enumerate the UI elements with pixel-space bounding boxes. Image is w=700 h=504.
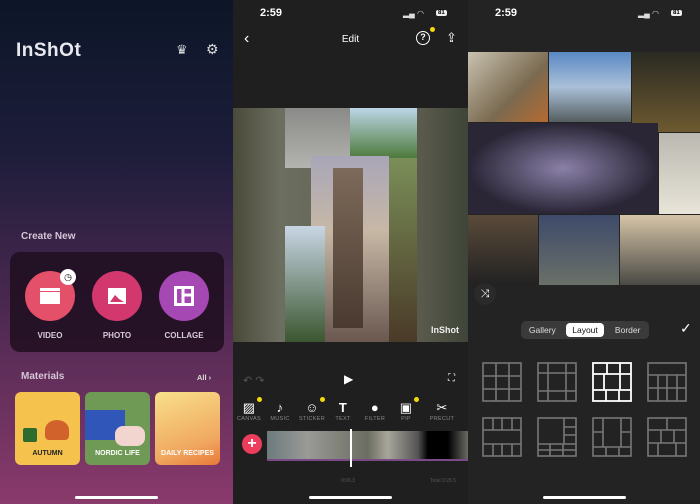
layout-option[interactable] [647,362,687,402]
crown-icon[interactable]: ♛ [176,42,188,58]
status-time: 2:59 [495,7,518,19]
play-icon[interactable]: ▶ [344,372,353,386]
layout-option[interactable] [537,417,577,457]
tool-music[interactable]: ♪ MUSIC [265,400,295,422]
collage-canvas[interactable] [468,52,700,285]
gear-icon[interactable]: ⚙ [206,41,219,58]
signal-wifi-icons: ▂▄ ◠ [403,9,425,18]
image-icon [92,271,142,321]
layout-option[interactable] [482,362,522,402]
battery-indicator: 81 [671,10,682,16]
page-title: Edit [341,34,360,45]
watermark[interactable]: InShot [431,325,459,335]
tool-precut[interactable]: ✂ PRECUT [427,400,457,422]
layout-option[interactable] [647,417,687,457]
help-icon[interactable]: ? [416,31,430,45]
all-materials-link[interactable]: All › [197,373,211,382]
edit-screen: 2:59 ▂▄ ◠ 81 ‹ Edit ? ⇪ InShot ↶ ↷ ▶ ⛶ ▨… [233,0,468,504]
clock-icon: ◷ [60,269,76,285]
layout-option[interactable] [537,362,577,402]
collage-tabs: Gallery Layout Border [521,321,649,339]
notification-dot [430,27,435,32]
tab-border[interactable]: Border [608,323,647,337]
total-time: Total 0:28.5 [430,478,456,484]
tool-sticker[interactable]: ☺ STICKER [297,400,327,422]
playhead[interactable] [350,429,352,467]
audio-track [267,459,468,461]
app-logo: InShOt [16,40,82,61]
tab-gallery[interactable]: Gallery [523,323,562,337]
battery-indicator: 81 [436,10,447,16]
material-tile-nordic-life[interactable]: NORDIC LIFE [85,392,150,465]
confirm-check-icon[interactable]: ✓ [680,320,692,337]
home-screen: InShOt ♛ ⚙ Create New ◷ VIDEO PHOTO COLL… [0,0,233,504]
timeline-strip[interactable] [267,431,468,459]
video-preview[interactable]: InShot [233,108,468,342]
tab-layout[interactable]: Layout [565,323,605,337]
share-icon[interactable]: ⇪ [446,30,457,46]
tool-pip[interactable]: ▣ PIP [391,400,421,422]
material-tile-autumn[interactable]: AUTUMN [15,392,80,465]
collage-button[interactable]: COLLAGE [159,271,214,340]
photo-button[interactable]: PHOTO [92,271,147,340]
undo-icon[interactable]: ↶ ↷ [243,374,265,387]
home-indicator [75,496,158,499]
layout-grid [482,362,687,457]
collage-screen: 2:59 ▂▄ ◠ 81 ⤨ Gallery Layout Border ✓ [468,0,700,504]
current-time: 0:06.3 [341,478,355,484]
create-new-heading: Create New [21,231,76,242]
video-button[interactable]: ◷ VIDEO [25,269,80,340]
layout-option[interactable] [482,417,522,457]
video-label: VIDEO [37,331,63,340]
layout-option-selected[interactable] [592,362,632,402]
add-clip-button[interactable]: + [242,434,262,454]
photo-label: PHOTO [102,331,132,340]
layout-option[interactable] [592,417,632,457]
home-indicator [543,496,626,499]
signal-wifi-icons: ▂▄ ◠ [638,9,660,18]
shuffle-icon[interactable]: ⤨ [474,283,496,305]
collage-icon [159,271,209,321]
fullscreen-icon[interactable]: ⛶ [448,373,455,384]
materials-heading: Materials [21,371,65,382]
tool-canvas[interactable]: ▨ CANVAS [234,400,264,422]
status-time: 2:59 [260,7,283,19]
material-tile-daily-recipes[interactable]: DAILY RECIPES [155,392,220,465]
tool-filter[interactable]: ● FILTER [360,400,390,422]
tool-text[interactable]: T TEXT [328,400,358,422]
collage-label: COLLAGE [164,331,204,340]
home-indicator [309,496,392,499]
